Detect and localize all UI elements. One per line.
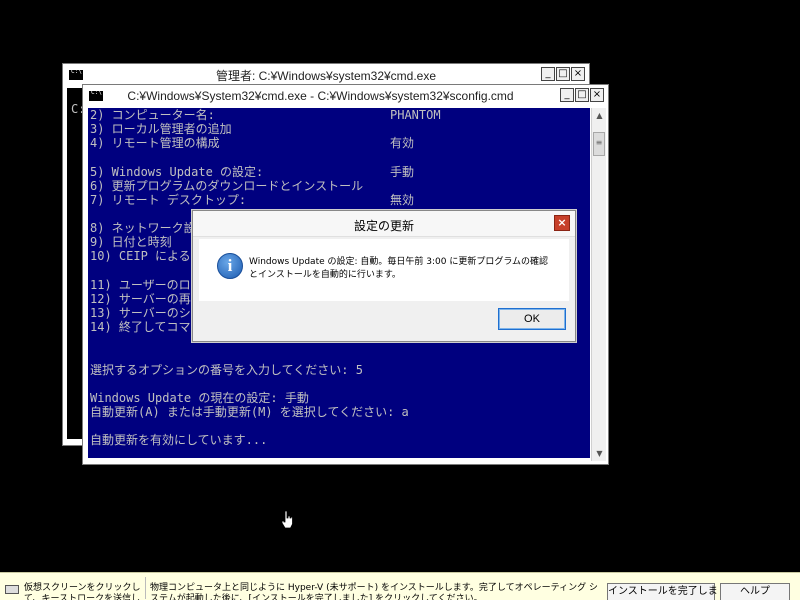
click-to-send-keys-text: 仮想スクリーンをクリックして、キーストロークを送信します [24, 583, 141, 600]
console-line: Windows Update の現在の設定: 手動 [90, 391, 409, 405]
dialog-message-line: Windows Update の設定: 自動。毎日午前 3:00 に更新プログラ… [249, 257, 549, 267]
console-line-value: 手動 [390, 164, 415, 179]
console-line-text: 8) ネットワーク設 [90, 221, 196, 236]
dialog-titlebar[interactable]: 設定の更新 × [193, 211, 575, 237]
console-line-text: 3) ローカル管理者の追加 [90, 122, 232, 137]
console-line: 自動更新(A) または手動更新(M) を選択してください: a [90, 405, 409, 419]
ok-button[interactable]: OK [498, 308, 566, 330]
console-line-text: 12) サーバーの再起 [90, 291, 203, 306]
keyboard-icon [5, 585, 19, 594]
sconfig-title: C:¥Windows¥System32¥cmd.exe - C:¥Windows… [127, 89, 514, 103]
scroll-up-icon[interactable]: ▲ [592, 108, 607, 123]
console-line-text: 4) リモート管理の構成 [90, 136, 220, 151]
console-line: 3) ローカル管理者の追加 [90, 122, 409, 136]
console-line-text: 自動更新(A) または手動更新(M) を選択してください: a [90, 404, 409, 419]
dialog-message-line: とインストールを自動的に行います。 [249, 270, 401, 280]
console-line: 2) コンピューター名: PHANTOM [90, 108, 441, 122]
console-line-value: 無効 [390, 192, 415, 207]
console-line-value: 有効 [390, 136, 415, 151]
console-line-text: 10) CEIP による製 [90, 249, 203, 264]
vm-notification-bar: 仮想スクリーンをクリックして、キーストロークを送信します 物理コンピュータ上と同… [0, 572, 800, 600]
admin-cmd-titlebar[interactable]: 管理者: C:¥Windows¥system32¥cmd.exe _ □ × [63, 64, 589, 86]
vm-screen[interactable]: 管理者: C:¥Windows¥system32¥cmd.exe _ □ × C… [0, 0, 800, 600]
admin-cmd-controls: _ □ × [541, 67, 585, 81]
console-line-text: 14) 終了してコマ [90, 320, 191, 335]
dialog-title: 設定の更新 [353, 219, 414, 233]
console-line: 7) リモート デスクトップ: 無効 [90, 192, 414, 207]
console-line: 6) 更新プログラムのダウンロードとインストール [90, 179, 409, 193]
console-scrollbar[interactable]: ▲ ≡ ▼ [591, 108, 606, 461]
console-line-text: 2) コンピューター名: [90, 108, 215, 122]
sconfig-titlebar[interactable]: C:¥Windows¥System32¥cmd.exe - C:¥Windows… [83, 85, 608, 107]
settings-update-dialog[interactable]: 設定の更新 × i Windows Update の設定: 自動。毎日午前 3:… [192, 210, 576, 342]
console-line: 自動更新を有効にしています... [90, 433, 409, 447]
minimize-button[interactable]: _ [541, 67, 555, 81]
console-line-text: Windows Update の現在の設定: 手動 [90, 390, 309, 405]
install-instructions-text: 物理コンピュータ上と同じように Hyper-V (未サポート) をインストールし… [150, 583, 598, 600]
scroll-down-icon[interactable]: ▼ [592, 446, 607, 461]
console-line-text: 7) リモート デスクトップ: [90, 192, 247, 207]
console-line-text: 5) Windows Update の設定: [90, 164, 264, 179]
minimize-button[interactable]: _ [560, 88, 574, 102]
console-line-text: 11) ユーザーのロ [90, 277, 191, 292]
dialog-message: Windows Update の設定: 自動。毎日午前 3:00 に更新プログラ… [249, 256, 548, 282]
info-icon: i [217, 253, 243, 279]
close-button[interactable]: × [590, 88, 604, 102]
maximize-button[interactable]: □ [575, 88, 589, 102]
hand-cursor-icon [281, 510, 293, 528]
console-line-value: PHANTOM [390, 108, 441, 122]
console-line-text: 9) 日付と時刻 [90, 235, 172, 250]
install-complete-button[interactable]: インストールを完了しました [607, 583, 738, 600]
dialog-body: i Windows Update の設定: 自動。毎日午前 3:00 に更新プロ… [199, 239, 569, 301]
maximize-button[interactable]: □ [556, 67, 570, 81]
console-line: 選択するオプションの番号を入力してください: 5 [90, 363, 409, 377]
scroll-thumb[interactable]: ≡ [593, 132, 605, 156]
infobar-divider [145, 577, 146, 599]
close-button[interactable]: × [571, 67, 585, 81]
console-line-text: 選択するオプションの番号を入力してください: 5 [90, 362, 363, 377]
sconfig-controls: _ □ × [560, 88, 604, 102]
console-line-text: 自動更新を有効にしています... [90, 433, 268, 448]
console-line: 5) Windows Update の設定: 手動 [90, 164, 414, 179]
console-line-text: 6) 更新プログラムのダウンロードとインストール [90, 178, 364, 193]
dialog-close-button[interactable]: × [554, 215, 570, 231]
console-line-text: 13) サーバーのシ [90, 305, 191, 320]
help-button[interactable]: ヘルプ [720, 583, 790, 600]
admin-cmd-title: 管理者: C:¥Windows¥system32¥cmd.exe [215, 68, 437, 83]
console-line: 4) リモート管理の構成 有効 [90, 136, 414, 151]
